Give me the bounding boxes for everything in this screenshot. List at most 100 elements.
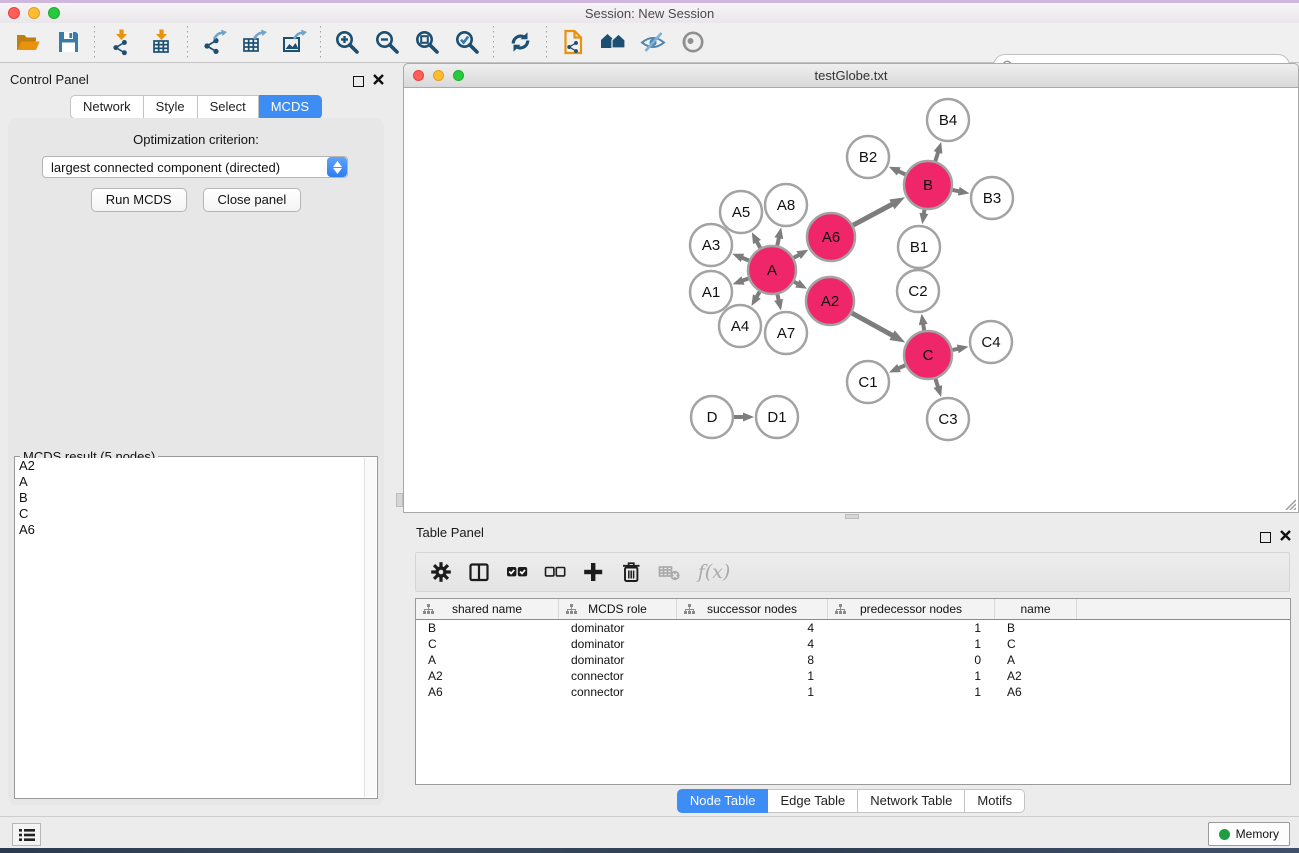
edge-A2-C[interactable] xyxy=(852,313,893,336)
table-row[interactable]: A2connector11A2 xyxy=(416,668,1290,684)
table-cell[interactable]: A xyxy=(995,653,1077,667)
table-cell[interactable]: C xyxy=(995,637,1077,651)
table-cell[interactable]: A6 xyxy=(995,685,1077,699)
add-row-button[interactable] xyxy=(576,556,610,588)
tab-network-table[interactable]: Network Table xyxy=(858,789,965,813)
tab-mcds[interactable]: MCDS xyxy=(259,95,322,119)
graph-node-C4[interactable]: C4 xyxy=(970,321,1012,363)
close-table-panel-icon[interactable] xyxy=(1280,528,1291,546)
float-table-panel-icon[interactable] xyxy=(1260,532,1271,543)
table-row[interactable]: Bdominator41B xyxy=(416,620,1290,636)
column-header-shared-name[interactable]: shared name xyxy=(416,599,559,619)
table-cell[interactable]: 1 xyxy=(828,669,995,683)
optimization-criterion-dropdown[interactable]: largest connected component (directed) xyxy=(42,156,348,178)
edge-B-B3[interactable] xyxy=(952,190,959,191)
graph-node-A1[interactable]: A1 xyxy=(690,271,732,313)
tab-node-table[interactable]: Node Table xyxy=(677,789,769,813)
graph-node-A5[interactable]: A5 xyxy=(720,191,762,233)
save-session-button[interactable] xyxy=(48,26,88,60)
graph-node-A3[interactable]: A3 xyxy=(690,224,732,266)
edge-A6-B[interactable] xyxy=(853,204,893,225)
export-network-button[interactable] xyxy=(194,26,234,60)
table-cell[interactable]: C xyxy=(416,637,559,651)
refresh-button[interactable] xyxy=(500,26,540,60)
edge-A-A8[interactable] xyxy=(777,237,779,245)
column-view-button[interactable] xyxy=(462,556,496,588)
mcds-result-list[interactable]: A2ABCA6 xyxy=(16,458,364,797)
export-image-button[interactable] xyxy=(274,26,314,60)
mcds-result-item[interactable]: B xyxy=(16,490,364,506)
network-canvas[interactable]: B4B2BB3A5A8A6B1A3AC2A1A2A4A7C4CC1C3DD1 xyxy=(403,88,1299,513)
open-file-button[interactable] xyxy=(8,26,48,60)
select-all-button[interactable] xyxy=(500,556,534,588)
zoom-fit-button[interactable] xyxy=(407,26,447,60)
tab-motifs[interactable]: Motifs xyxy=(965,789,1025,813)
zoom-out-button[interactable] xyxy=(367,26,407,60)
mcds-result-item[interactable]: C xyxy=(16,506,364,522)
table-header-row[interactable]: shared nameMCDS rolesuccessor nodesprede… xyxy=(416,599,1290,620)
table-cell[interactable]: 1 xyxy=(677,669,828,683)
mcds-result-item[interactable]: A2 xyxy=(16,458,364,474)
mcds-result-item[interactable]: A6 xyxy=(16,522,364,538)
home-networks-button[interactable] xyxy=(593,26,633,60)
table-cell[interactable]: A2 xyxy=(995,669,1077,683)
table-row[interactable]: Cdominator41C xyxy=(416,636,1290,652)
table-row[interactable]: A6connector11A6 xyxy=(416,684,1290,700)
graph-node-C[interactable]: C xyxy=(904,331,952,379)
table-cell[interactable]: 1 xyxy=(828,621,995,635)
close-panel-icon[interactable] xyxy=(373,72,384,90)
graph-node-A2[interactable]: A2 xyxy=(806,277,854,325)
hide-visibility-button[interactable] xyxy=(633,26,673,60)
graph-node-A8[interactable]: A8 xyxy=(765,184,807,226)
edge-A-A5[interactable] xyxy=(757,241,761,248)
tab-network[interactable]: Network xyxy=(70,95,144,119)
zoom-selected-button[interactable] xyxy=(447,26,487,60)
export-table-button[interactable] xyxy=(234,26,274,60)
edge-B-B2[interactable] xyxy=(898,171,905,174)
network-from-file-button[interactable] xyxy=(553,26,593,60)
settings-button[interactable] xyxy=(424,556,458,588)
table-cell[interactable]: dominator xyxy=(559,621,677,635)
mcds-result-scrollbar[interactable] xyxy=(364,458,376,797)
splitter-handle-vertical[interactable] xyxy=(396,493,403,507)
graph-node-B[interactable]: B xyxy=(904,161,952,209)
table-cell[interactable]: 1 xyxy=(677,685,828,699)
graph-node-B1[interactable]: B1 xyxy=(898,226,940,268)
table-cell[interactable]: A2 xyxy=(416,669,559,683)
graph-node-A4[interactable]: A4 xyxy=(719,305,761,347)
network-graph[interactable]: B4B2BB3A5A8A6B1A3AC2A1A2A4A7C4CC1C3DD1 xyxy=(404,88,1298,511)
tab-style[interactable]: Style xyxy=(144,95,198,119)
table-cell[interactable]: connector xyxy=(559,685,677,699)
import-network-button[interactable] xyxy=(101,26,141,60)
column-header-MCDS-role[interactable]: MCDS role xyxy=(559,599,677,619)
graph-node-A6[interactable]: A6 xyxy=(807,213,855,261)
edge-B-B4[interactable] xyxy=(935,152,938,162)
table-cell[interactable]: 1 xyxy=(828,685,995,699)
table-cell[interactable]: 1 xyxy=(828,637,995,651)
graph-node-C3[interactable]: C3 xyxy=(927,398,969,440)
edge-A-A1[interactable] xyxy=(742,278,748,280)
tab-select[interactable]: Select xyxy=(198,95,259,119)
task-history-button[interactable] xyxy=(12,823,41,846)
delete-row-button[interactable] xyxy=(614,556,648,588)
table-cell[interactable]: 8 xyxy=(677,653,828,667)
table-cell[interactable]: dominator xyxy=(559,637,677,651)
deselect-all-button[interactable] xyxy=(538,556,572,588)
table-cell[interactable]: 4 xyxy=(677,621,828,635)
table-body[interactable]: Bdominator41BCdominator41CAdominator80AA… xyxy=(416,620,1290,700)
graph-node-B4[interactable]: B4 xyxy=(927,99,969,141)
table-cell[interactable]: 0 xyxy=(828,653,995,667)
graph-node-D[interactable]: D xyxy=(691,396,733,438)
graph-node-C1[interactable]: C1 xyxy=(847,361,889,403)
mcds-result-item[interactable]: A xyxy=(16,474,364,490)
memory-button[interactable]: Memory xyxy=(1208,822,1290,846)
graph-node-B2[interactable]: B2 xyxy=(847,136,889,178)
table-cell[interactable]: 4 xyxy=(677,637,828,651)
graph-node-C2[interactable]: C2 xyxy=(897,270,939,312)
float-panel-icon[interactable] xyxy=(353,76,364,87)
edge-C-C2[interactable] xyxy=(923,324,924,331)
table-cell[interactable]: B xyxy=(416,621,559,635)
import-table-button[interactable] xyxy=(141,26,181,60)
graph-node-B3[interactable]: B3 xyxy=(971,177,1013,219)
show-visibility-button[interactable] xyxy=(673,26,713,60)
